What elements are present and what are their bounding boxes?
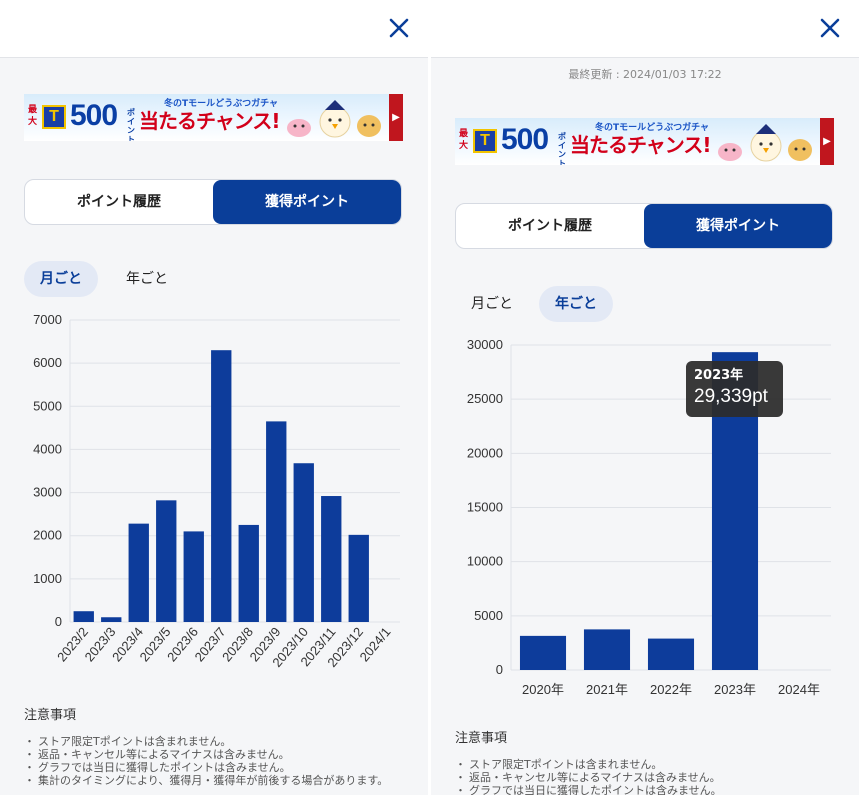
banner-amount: 500 [501,123,549,156]
header-bar [0,0,428,58]
tab-monthly[interactable]: 月ごと [24,261,98,297]
notes-title: 注意事項 [24,708,77,723]
mascot-animals-illustration [718,124,812,162]
notes-section: 注意事項 ストア限定Tポイントは含まれません。 返品・キャンセル等によるマイナス… [455,727,825,795]
y-tick-label: 25000 [467,391,503,406]
bar [101,617,122,622]
y-tick-label: 10000 [467,554,503,569]
tab-monthly[interactable]: 月ごと [455,286,529,322]
y-tick-label: 15000 [467,500,503,515]
close-button[interactable] [384,13,414,43]
bar [238,524,259,622]
y-tick-label: 5000 [33,398,62,413]
tpoint-logo-icon: T [473,129,497,153]
yearly-points-bar-chart: 0 5000 10000 15000 20000 25000 30000 2020年 2021年… [467,337,831,697]
note-item: 返品・キャンセル等によるマイナスは含みません。 [455,771,825,784]
bar [156,500,177,622]
note-item: ストア限定Tポイントは含まれません。 [24,735,394,748]
campaign-banner[interactable]: 最大 T 500 ポイント 冬のTモールどうぶつガチャ 当たるチャンス! ▶ [455,118,834,165]
close-icon [820,18,840,38]
x-tick-label: 2022年 [650,682,692,697]
x-tick-label: 2024/1 [356,624,393,664]
bar [73,611,94,622]
campaign-banner[interactable]: 最大 T 500 ポイント 冬のTモールどうぶつガチャ 当たるチャンス! ▶ [24,94,403,141]
note-item: グラフでは当日に獲得したポイントは含みません。 [24,761,394,774]
y-tick-label: 5000 [474,608,503,623]
note-item: ストア限定Tポイントは含まれません。 [455,758,825,771]
notes-list: ストア限定Tポイントは含まれません。 返品・キャンセル等によるマイナスは含みませ… [455,758,825,795]
y-tick-label: 6000 [33,355,62,370]
banner-amount-unit: ポイント [558,132,566,165]
x-tick-label: 2020年 [522,682,564,697]
tab-yearly[interactable]: 年ごと [539,286,613,322]
bar [583,629,631,670]
tab-point-history[interactable]: ポイント履歴 [456,204,644,248]
tooltip-year: 2023年 [694,368,744,383]
y-tick-label: 2000 [33,528,62,543]
bar [519,635,567,670]
y-tick-label: 0 [496,662,503,677]
tab-point-history[interactable]: ポイント履歴 [25,180,213,224]
banner-amount: 500 [70,99,118,132]
y-tick-label: 4000 [33,441,62,456]
y-tick-label: 3000 [33,485,62,500]
notes-section: 注意事項 ストア限定Tポイントは含まれません。 返品・キャンセル等によるマイナス… [24,704,394,787]
y-tick-label: 1000 [33,571,62,586]
tooltip-value: 29,339pt [694,386,768,407]
note-item: 返品・キャンセル等によるマイナスは含みません。 [24,748,394,761]
bar [293,463,314,622]
bar [183,531,204,622]
banner-arrow-icon: ▶ [389,94,403,141]
banner-arrow-icon: ▶ [820,118,834,165]
banner-max-label: 最大 [459,129,469,151]
y-tick-label: 0 [55,614,62,629]
x-tick-label: 2024年 [778,682,820,697]
close-button[interactable] [815,13,845,43]
bar [348,534,369,622]
bar [211,350,232,622]
points-segmented-control: ポイント履歴 獲得ポイント [455,203,833,249]
bar [647,638,695,670]
bar [321,496,342,622]
y-tick-label: 30000 [467,337,503,352]
tab-yearly[interactable]: 年ごと [110,261,184,297]
yearly-points-screen: 最終更新 : 2024/01/03 17:22 最大 T 500 ポイント 冬の… [431,0,859,795]
notes-list: ストア限定Tポイントは含まれません。 返品・キャンセル等によるマイナスは含みませ… [24,735,394,787]
notes-title: 注意事項 [455,731,508,746]
note-item: グラフでは当日に獲得したポイントは含みません。 [455,784,825,795]
y-tick-label: 7000 [33,312,62,327]
last-updated-text: 最終更新 : 2024/01/03 17:22 [568,68,722,81]
banner-max-label: 最大 [28,105,38,127]
tpoint-logo-icon: T [42,105,66,129]
bar [266,421,287,622]
points-segmented-control: ポイント履歴 獲得ポイント [24,179,402,225]
bar-value-tooltip: 2023年 29,339pt [686,361,783,417]
close-icon [389,18,409,38]
banner-amount-unit: ポイント [127,108,135,141]
mascot-animals-illustration [287,100,381,138]
monthly-points-bar-chart: 010002000300040005000600070002023/22023/… [33,312,400,670]
banner-catchphrase: 当たるチャンス! [139,109,281,133]
x-tick-label: 2021年 [586,682,628,697]
note-item: 集計のタイミングにより、獲得月・獲得年が前後する場合があります。 [24,774,394,787]
tab-earned-points[interactable]: 獲得ポイント [213,180,401,224]
y-tick-label: 20000 [467,445,503,460]
tab-earned-points[interactable]: 獲得ポイント [644,204,832,248]
banner-catchphrase: 当たるチャンス! [570,133,712,157]
header-bar [431,0,859,58]
x-tick-label: 2023年 [714,682,756,697]
monthly-points-screen: 最大 T 500 ポイント 冬のTモールどうぶつガチャ 当たるチャンス! ▶ ポ… [0,0,428,795]
bar [128,523,149,622]
